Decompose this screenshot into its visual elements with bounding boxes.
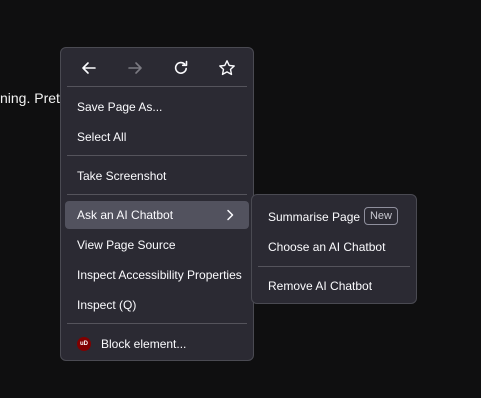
menu-separator	[67, 323, 247, 324]
context-menu: Save Page As... Select All Take Screensh…	[60, 47, 254, 361]
view-page-source-item[interactable]: View Page Source	[65, 231, 249, 259]
block-element-label: Block element...	[101, 337, 187, 351]
take-screenshot-item[interactable]: Take Screenshot	[65, 162, 249, 190]
new-badge: New	[363, 207, 398, 225]
ai-chatbot-submenu: Summarise Page New Choose an AI Chatbot …	[251, 194, 417, 304]
summarise-page-item[interactable]: Summarise Page New	[256, 203, 412, 231]
save-page-as-item[interactable]: Save Page As...	[65, 93, 249, 121]
view-page-source-label: View Page Source	[77, 238, 176, 252]
menu-separator	[67, 155, 247, 156]
back-arrow-icon	[82, 62, 96, 74]
remove-chatbot-item[interactable]: Remove AI Chatbot	[256, 272, 412, 300]
submenu-separator	[258, 266, 410, 267]
reload-icon	[174, 60, 188, 74]
ask-ai-chatbot-label: Ask an AI Chatbot	[77, 208, 174, 222]
select-all-item[interactable]: Select All	[65, 123, 249, 151]
choose-chatbot-item[interactable]: Choose an AI Chatbot	[256, 233, 412, 261]
take-screenshot-label: Take Screenshot	[77, 169, 167, 183]
menu-separator	[67, 194, 247, 195]
chevron-right-icon	[227, 209, 234, 221]
forward-arrow-icon	[128, 62, 142, 74]
ublock-icon: uD	[77, 337, 91, 351]
bookmark-button[interactable]	[215, 56, 239, 80]
inspect-accessibility-item[interactable]: Inspect Accessibility Properties	[65, 261, 249, 289]
ask-ai-chatbot-item[interactable]: Ask an AI Chatbot	[65, 201, 249, 229]
remove-chatbot-label: Remove AI Chatbot	[268, 279, 373, 293]
select-all-label: Select All	[77, 130, 127, 144]
reload-button[interactable]	[169, 56, 193, 80]
forward-button[interactable]	[123, 56, 147, 80]
menu-separator	[67, 86, 247, 87]
navigation-row	[61, 48, 255, 86]
summarise-page-label: Summarise Page	[268, 210, 361, 224]
inspect-item[interactable]: Inspect (Q)	[65, 291, 249, 319]
save-page-as-label: Save Page As...	[77, 100, 163, 114]
inspect-accessibility-label: Inspect Accessibility Properties	[77, 268, 242, 282]
choose-chatbot-label: Choose an AI Chatbot	[268, 240, 386, 254]
star-icon	[219, 60, 235, 76]
back-button[interactable]	[77, 56, 101, 80]
block-element-item[interactable]: uD Block element...	[65, 330, 249, 358]
inspect-label: Inspect (Q)	[77, 298, 137, 312]
